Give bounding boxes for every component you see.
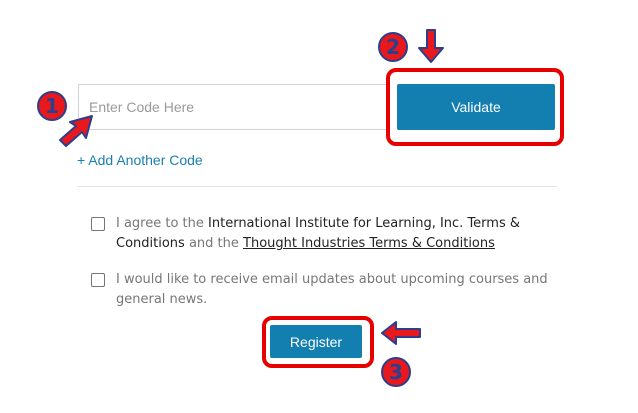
- thought-industries-terms-link[interactable]: Thought Industries Terms & Conditions: [243, 236, 495, 251]
- terms-middle: and the: [184, 236, 244, 251]
- step-2-badge: 2: [378, 32, 408, 62]
- validate-highlight-box: [386, 68, 564, 146]
- step-3-arrow-icon: [381, 321, 421, 345]
- newsletter-label: I would like to receive email updates ab…: [116, 272, 548, 307]
- add-another-code-link[interactable]: + Add Another Code: [77, 152, 203, 168]
- step-2-arrow-icon: [418, 29, 444, 63]
- register-highlight-box: [262, 316, 374, 368]
- terms-prefix: I agree to the: [116, 216, 209, 231]
- code-input[interactable]: [78, 84, 390, 130]
- terms-checkbox[interactable]: [91, 217, 105, 231]
- terms-label: I agree to the International Institute f…: [116, 214, 571, 254]
- step-1-arrow-icon: [59, 115, 93, 147]
- step-3-badge: 3: [381, 357, 411, 387]
- divider: [77, 186, 557, 187]
- newsletter-checkbox[interactable]: [91, 273, 105, 287]
